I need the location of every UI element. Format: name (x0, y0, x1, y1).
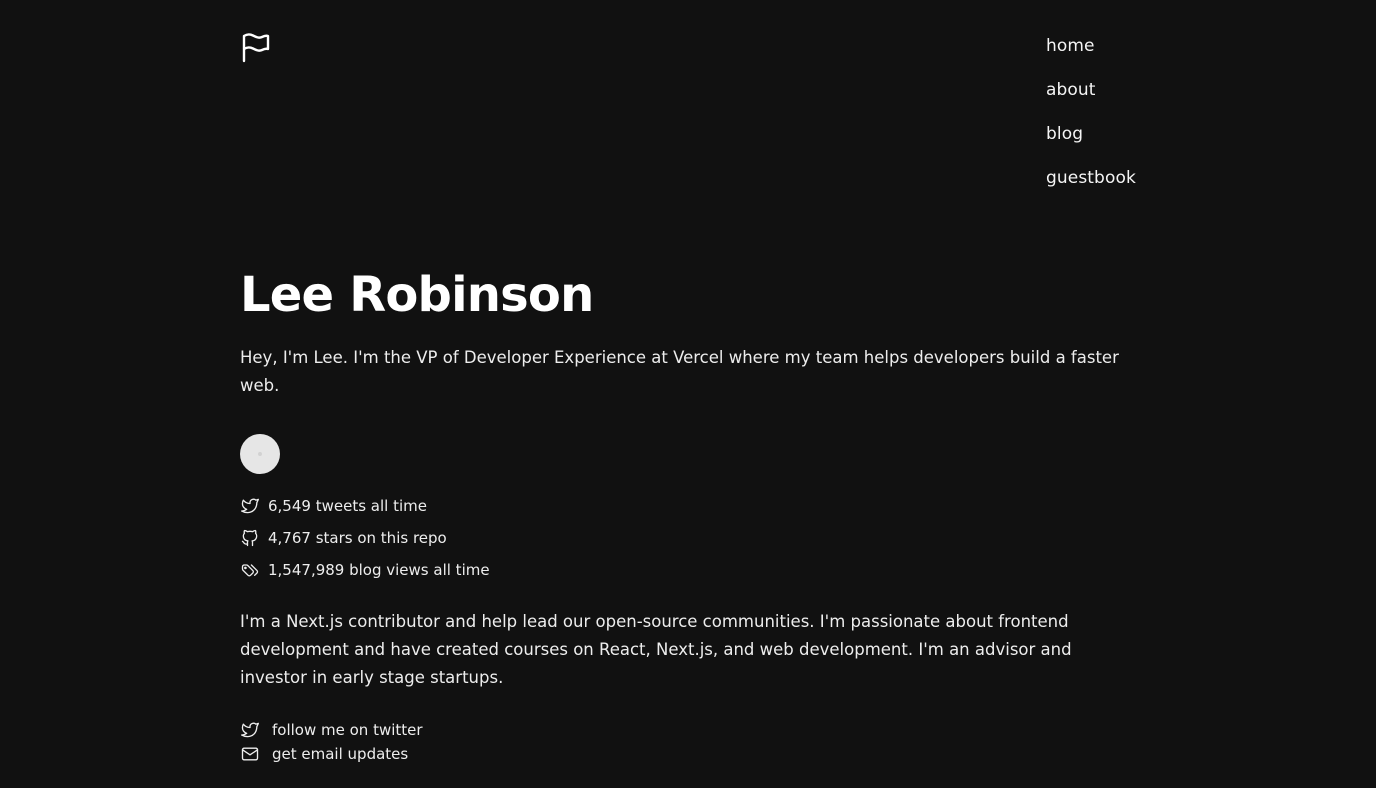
stat-stars-text: 4,767 stars on this repo (268, 529, 447, 547)
stat-views-text: 1,547,989 blog views all time (268, 561, 490, 579)
email-updates-label: get email updates (272, 745, 409, 763)
intro-text: Hey, I'm Lee. I'm the VP of Developer Ex… (240, 348, 1119, 395)
home-logo-link[interactable] (241, 32, 271, 64)
main-content: Lee Robinson Hey, I'm Lee. I'm the VP of… (240, 264, 1140, 766)
twitter-follow-label: follow me on twitter (272, 721, 423, 739)
stat-views: 1,547,989 blog views all time (240, 554, 1140, 586)
tags-icon (241, 564, 259, 577)
twitter-follow-link[interactable]: follow me on twitter (240, 718, 1140, 742)
social-links: follow me on twitter get email updates (240, 718, 1140, 766)
flag-icon (242, 33, 270, 63)
nav-home[interactable]: home (1046, 34, 1166, 78)
nav-blog[interactable]: blog (1046, 122, 1166, 166)
bio-text: I'm a Next.js contributor and help lead … (240, 612, 1072, 687)
stat-stars: 4,767 stars on this repo (240, 522, 1140, 554)
main-nav: home about blog guestbook (1046, 34, 1166, 210)
avatar-placeholder-dot (258, 452, 262, 456)
nav-about[interactable]: about (1046, 78, 1166, 122)
page-title: Lee Robinson (240, 267, 594, 323)
email-updates-link[interactable]: get email updates (240, 742, 1140, 766)
twitter-icon (241, 722, 259, 738)
nav-guestbook[interactable]: guestbook (1046, 166, 1166, 210)
mail-icon (241, 747, 259, 761)
avatar (240, 434, 280, 474)
stat-tweets-text: 6,549 tweets all time (268, 497, 427, 515)
page: home about blog guestbook Lee Robinson H… (0, 0, 1376, 788)
stat-tweets: 6,549 tweets all time (240, 490, 1140, 522)
github-icon (241, 529, 258, 547)
stats-list: 6,549 tweets all time 4,767 stars on thi… (240, 490, 1140, 586)
twitter-icon (241, 498, 259, 514)
